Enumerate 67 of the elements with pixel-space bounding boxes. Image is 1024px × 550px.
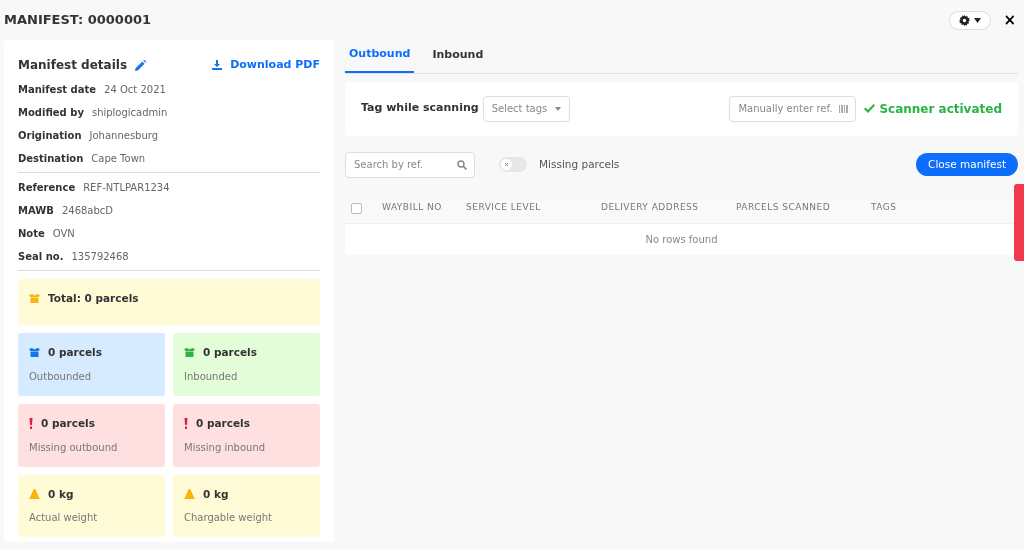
settings-icon — [959, 14, 971, 26]
download-link[interactable]: Download PDF — [212, 56, 320, 74]
toggle-label: Missing parcels — [539, 156, 620, 172]
caret-icon — [555, 106, 562, 111]
field-label: Modified by — [18, 107, 84, 118]
stat-value: Total: 0 parcels — [48, 291, 139, 306]
toggle-switch[interactable] — [499, 157, 527, 172]
field-label: Seal no. — [18, 251, 64, 262]
scan-label: Tag while scanning — [361, 100, 479, 117]
tab[interactable]: Outbound — [345, 40, 415, 73]
panel-heading: Manifest details — [18, 57, 128, 74]
weight-icon — [29, 489, 40, 500]
stat-caption: Actual weight — [29, 511, 99, 526]
stat-value: 0 parcels — [196, 415, 250, 431]
close-manifest-button[interactable]: Close manifest — [916, 152, 1018, 177]
field-label: Reference — [18, 182, 76, 193]
stat-caption: Missing outbound — [29, 440, 119, 455]
check-icon — [864, 104, 876, 113]
side-tab[interactable] — [1014, 184, 1024, 261]
tab[interactable]: Inbound — [428, 40, 488, 73]
tags-select[interactable]: Select tags — [482, 95, 571, 122]
settings-button[interactable] — [949, 10, 992, 30]
column-header: DELIVERY ADDRESS — [601, 201, 700, 215]
column-header: PARCELS SCANNED — [736, 201, 832, 215]
stat-value: 0 parcels — [48, 345, 102, 360]
field-value: shiplogicadmin — [91, 107, 168, 118]
column-header: SERVICE LEVEL — [466, 201, 542, 215]
search-field[interactable]: Search by ref. — [345, 151, 475, 178]
column-header: TAGS — [871, 201, 898, 215]
field-label: MAWB — [18, 205, 54, 216]
stat-value: 0 parcels — [203, 345, 257, 360]
field-value: OVN — [52, 228, 75, 239]
box-icon — [29, 348, 40, 358]
exclamation-icon — [184, 418, 188, 430]
field-value: 2468abcD — [61, 205, 114, 216]
download-icon — [212, 60, 223, 70]
stat-value: 0 kg — [203, 486, 229, 502]
close-button[interactable]: × — [999, 8, 1020, 32]
field-value: Johannesburg — [89, 130, 159, 141]
field-label: Origination — [18, 130, 82, 141]
reference-field[interactable]: Manually enter ref. — [729, 95, 857, 122]
empty-message: No rows found — [645, 233, 718, 245]
column-header: WAYBILL NO — [382, 201, 443, 215]
field-value: 135792468 — [71, 251, 129, 262]
stat-caption: Inbounded — [184, 369, 239, 384]
field-value: Cape Town — [91, 153, 146, 164]
stat-value: 0 kg — [48, 486, 74, 502]
field-label: Note — [18, 228, 45, 239]
scanner-status: Scanner activated — [864, 99, 1002, 118]
weight-icon — [184, 489, 195, 500]
field-value: 24 Oct 2021 — [104, 84, 166, 95]
field-label: Destination — [18, 153, 84, 164]
stat-value: 0 parcels — [41, 415, 95, 431]
edit-icon[interactable] — [135, 59, 147, 71]
stat-caption: Missing inbound — [184, 440, 267, 455]
stat-caption: Chargable weight — [184, 511, 274, 526]
exclamation-icon — [29, 418, 33, 430]
select-all-checkbox[interactable] — [351, 202, 362, 214]
window-title: MANIFEST: 0000001 — [4, 12, 152, 28]
box-icon — [184, 348, 195, 358]
stat-caption: Outbounded — [29, 369, 93, 384]
field-label: Manifest date — [18, 84, 97, 95]
barcode-icon — [839, 104, 849, 113]
search-icon — [457, 159, 467, 170]
caret-icon — [974, 17, 982, 23]
field-value: REF-NTLPAR1234 — [83, 182, 170, 193]
box-icon — [29, 294, 40, 304]
